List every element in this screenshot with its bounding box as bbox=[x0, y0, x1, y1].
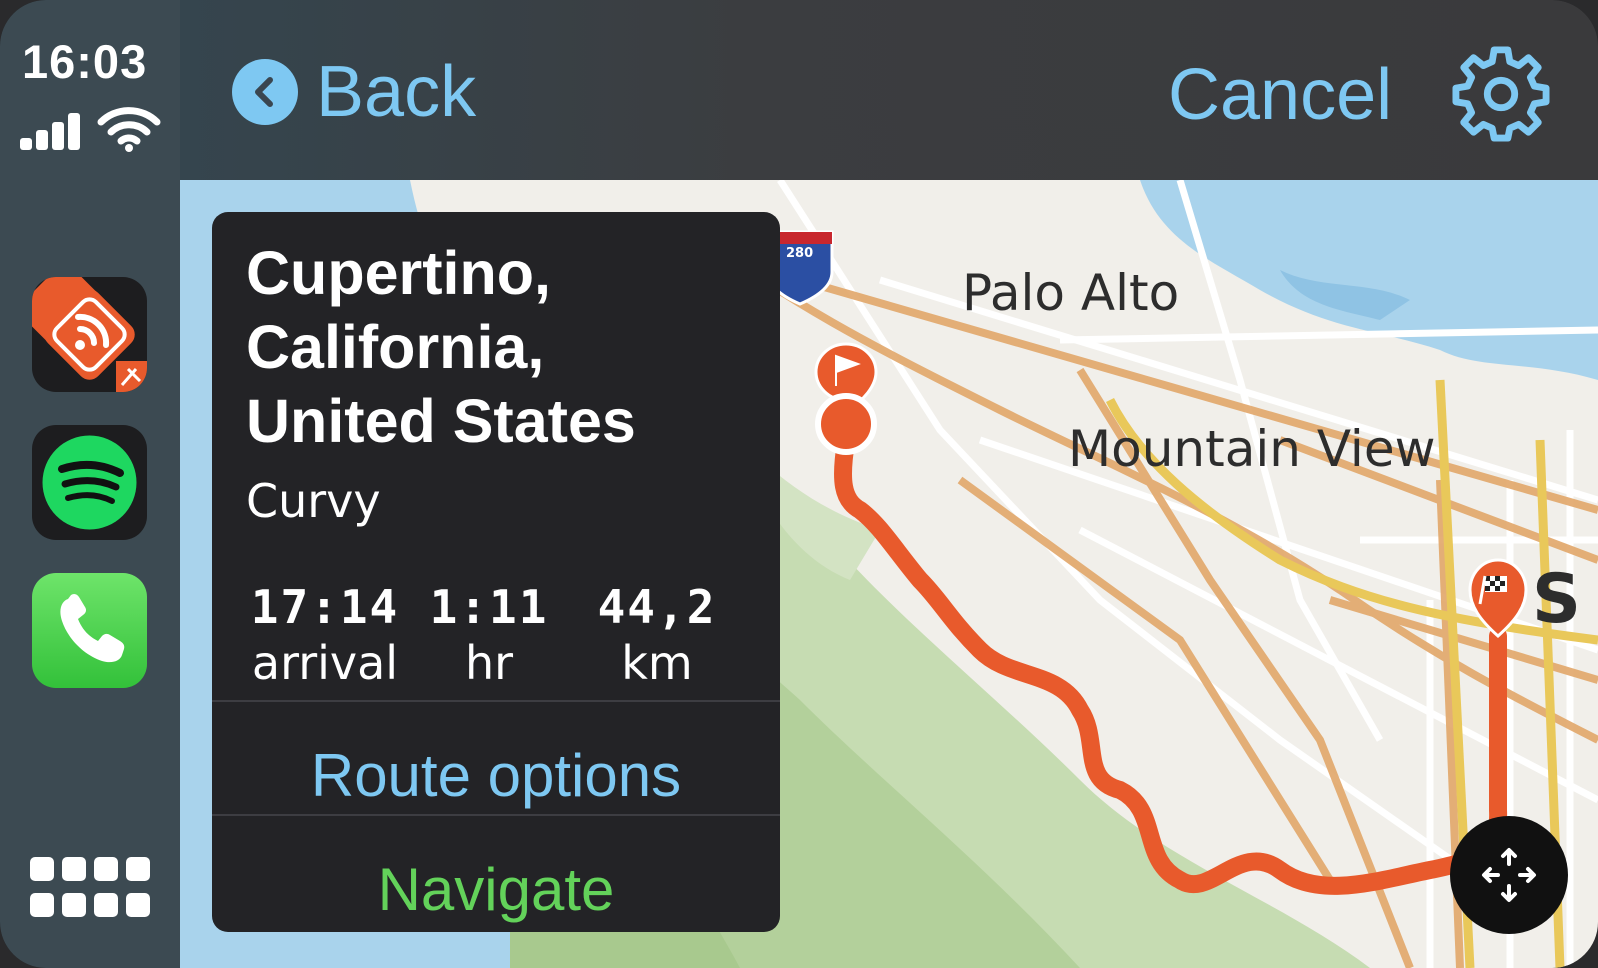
distance-stat: 44,2 km bbox=[572, 580, 742, 690]
palo-alto-label: Palo Alto bbox=[962, 264, 1180, 322]
spotify-icon[interactable] bbox=[32, 425, 147, 540]
cellular-signal-icon bbox=[20, 110, 90, 150]
phone-icon[interactable] bbox=[32, 573, 147, 688]
back-label: Back bbox=[316, 52, 477, 132]
route-type-label: Curvy bbox=[246, 474, 381, 528]
start-flag-marker bbox=[814, 342, 878, 455]
distance-value: 44,2 bbox=[597, 580, 717, 634]
duration-unit: hr bbox=[464, 636, 514, 690]
cancel-button[interactable]: Cancel bbox=[1168, 54, 1392, 136]
arrival-unit: arrival bbox=[251, 636, 399, 690]
wifi-icon bbox=[97, 107, 161, 152]
city-label-partial: S bbox=[1532, 560, 1581, 639]
destination-line-3: United States bbox=[246, 387, 636, 455]
distance-unit: km bbox=[621, 636, 693, 690]
back-button[interactable]: Back bbox=[232, 52, 477, 132]
destination-line-1: Cupertino, bbox=[246, 239, 551, 307]
destination-line-2: California, bbox=[246, 313, 545, 381]
route-info-card: Cupertino, California, United States Cur… bbox=[212, 212, 780, 932]
navigate-button[interactable]: Navigate bbox=[212, 840, 780, 932]
dock: 16:03 bbox=[0, 0, 180, 968]
app-grid-icon[interactable] bbox=[30, 857, 154, 919]
pan-move-button[interactable] bbox=[1450, 816, 1568, 934]
arrival-stat: 17:14 arrival bbox=[240, 580, 410, 690]
gear-icon[interactable] bbox=[1452, 44, 1550, 142]
arrival-value: 17:14 bbox=[250, 580, 400, 634]
divider bbox=[212, 814, 780, 816]
duration-value: 1:11 bbox=[429, 580, 549, 634]
route-options-button[interactable]: Route options bbox=[212, 726, 780, 826]
carplay-screen: 16:03 Back Cancel 280 Palo Alto Mountain… bbox=[0, 0, 1598, 968]
duration-stat: 1:11 hr bbox=[404, 580, 574, 690]
highway-280-label: 280 bbox=[786, 246, 814, 261]
chevron-left-icon bbox=[232, 59, 298, 125]
status-time: 16:03 bbox=[22, 35, 148, 88]
route-app-icon[interactable] bbox=[32, 277, 147, 392]
destination-title: Cupertino, California, United States bbox=[246, 236, 766, 458]
move-arrows-icon bbox=[1482, 848, 1536, 902]
mountain-view-label: Mountain View bbox=[1068, 420, 1436, 478]
divider bbox=[212, 700, 780, 702]
